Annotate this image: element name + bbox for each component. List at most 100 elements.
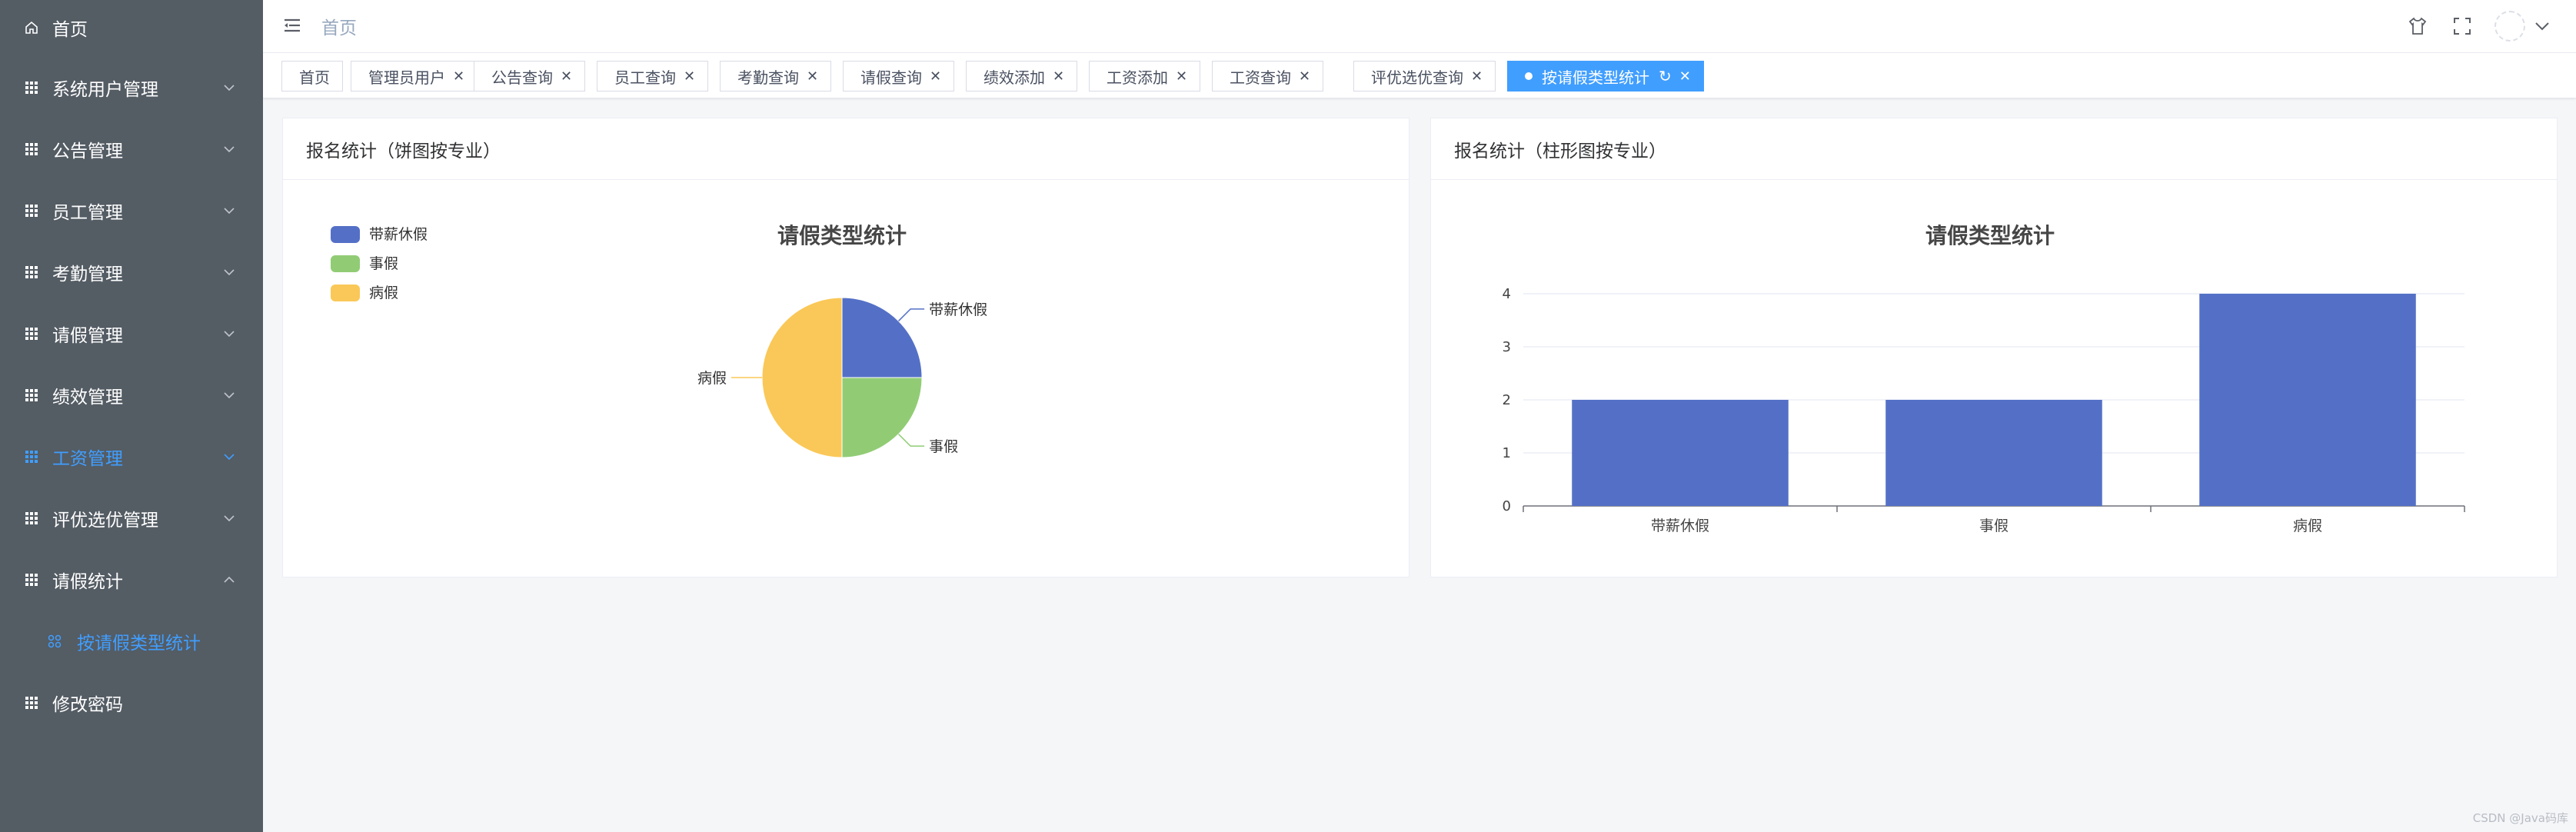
pie-label: 事假 xyxy=(929,438,958,455)
grid-icon xyxy=(25,697,38,709)
tab-salary-query[interactable]: 工资查询 ✕ xyxy=(1212,61,1324,92)
chevron-down-icon xyxy=(224,331,235,338)
close-icon[interactable]: ✕ xyxy=(1471,68,1483,85)
y-tick-label: 2 xyxy=(1503,392,1511,408)
tab-admin-users[interactable]: 管理员用户 ✕ xyxy=(351,61,478,92)
y-tick-label: 3 xyxy=(1503,339,1511,355)
close-icon[interactable]: ✕ xyxy=(453,68,464,85)
x-tick-label: 事假 xyxy=(1979,518,2009,534)
sidebar-item-system-users[interactable]: 系统用户管理 xyxy=(0,57,263,118)
tab-salary-add[interactable]: 工资添加 ✕ xyxy=(1089,61,1201,92)
tab-announcement-query[interactable]: 公告查询 ✕ xyxy=(474,61,586,92)
close-icon[interactable]: ✕ xyxy=(1299,68,1310,85)
bar-chart-card: 报名统计（柱形图按专业） 请假类型统计 0 1 2 3 4 带薪休假 事假 病假 xyxy=(1430,118,2558,577)
sidebar-item-label: 请假管理 xyxy=(52,326,123,346)
apps-icon xyxy=(48,634,62,648)
grid-icon xyxy=(25,205,38,217)
tab-attendance-query[interactable]: 考勤查询 ✕ xyxy=(720,61,832,92)
chart-title: 请假类型统计 xyxy=(777,223,907,248)
tab-label: 评优选优查询 xyxy=(1371,68,1463,87)
sidebar-item-label: 系统用户管理 xyxy=(52,80,158,100)
chart-title: 请假类型统计 xyxy=(1925,223,2055,248)
card-title: 报名统计（饼图按专业） xyxy=(283,118,1409,180)
pie-slice xyxy=(761,297,843,458)
close-icon[interactable]: ✕ xyxy=(1176,68,1187,85)
close-icon[interactable]: ✕ xyxy=(930,68,941,85)
legend-swatch xyxy=(331,226,360,243)
hamburger-icon[interactable] xyxy=(283,17,301,34)
sidebar-item-home[interactable]: 首页 xyxy=(0,0,263,58)
tab-leave-type-stats[interactable]: 按请假类型统计 ↻ ✕ xyxy=(1507,61,1704,92)
bar xyxy=(2199,294,2416,506)
sidebar-item-label: 工资管理 xyxy=(52,449,123,469)
avatar[interactable] xyxy=(2494,11,2525,42)
sidebar-item-label: 按请假类型统计 xyxy=(77,634,201,654)
tab-label: 员工查询 xyxy=(614,68,676,87)
bar xyxy=(1885,400,2102,506)
sidebar-item-label: 请假统计 xyxy=(52,572,123,592)
tab-performance-add[interactable]: 绩效添加 ✕ xyxy=(966,61,1078,92)
tags-view: 首页 管理员用户 ✕ 公告查询 ✕ 员工查询 ✕ 考勤查询 ✕ 请假查询 ✕ 绩… xyxy=(263,53,2576,98)
sidebar-item-label: 员工管理 xyxy=(52,203,123,223)
grid-icon xyxy=(25,266,38,278)
chevron-down-icon[interactable] xyxy=(2531,15,2553,37)
pie-label-line xyxy=(898,308,925,321)
top-header: 首页 xyxy=(263,0,2576,53)
grid-icon xyxy=(25,512,38,524)
close-icon[interactable]: ✕ xyxy=(1053,68,1064,85)
bar xyxy=(1572,400,1789,506)
grid-icon xyxy=(25,328,38,340)
fullscreen-icon[interactable] xyxy=(2451,15,2473,37)
tab-label: 绩效添加 xyxy=(983,68,1045,87)
x-tick-label: 带薪休假 xyxy=(1651,518,1709,534)
sidebar-item-leave-stats[interactable]: 请假统计 xyxy=(0,549,263,611)
chevron-down-icon xyxy=(224,392,235,399)
sidebar-item-label: 评优选优管理 xyxy=(52,511,158,531)
sidebar-item-performance[interactable]: 绩效管理 xyxy=(0,364,263,426)
tab-label: 工资添加 xyxy=(1107,68,1168,87)
active-dot-icon xyxy=(1525,72,1533,80)
tab-label: 考勤查询 xyxy=(737,68,799,87)
tab-award-query[interactable]: 评优选优查询 ✕ xyxy=(1353,61,1496,92)
shirt-icon[interactable] xyxy=(2407,15,2428,37)
card-title: 报名统计（柱形图按专业） xyxy=(1431,118,2557,180)
tab-label: 请假查询 xyxy=(860,68,922,87)
tab-employee-query[interactable]: 员工查询 ✕ xyxy=(597,61,709,92)
sidebar-item-attendance[interactable]: 考勤管理 xyxy=(0,241,263,303)
tab-label: 公告查询 xyxy=(491,68,553,87)
y-tick-label: 4 xyxy=(1503,286,1511,302)
sidebar-item-awards[interactable]: 评优选优管理 xyxy=(0,488,263,549)
sidebar-item-label: 公告管理 xyxy=(52,141,123,161)
tab-label: 首页 xyxy=(299,68,330,87)
close-icon[interactable]: ✕ xyxy=(1679,68,1691,85)
close-icon[interactable]: ✕ xyxy=(561,68,572,85)
pie-label-line xyxy=(898,434,925,447)
x-tick-label: 病假 xyxy=(2293,518,2322,534)
tab-label: 按请假类型统计 xyxy=(1542,68,1649,87)
sidebar-item-change-password[interactable]: 修改密码 xyxy=(0,672,263,734)
sidebar-item-label: 首页 xyxy=(52,20,88,40)
legend-label: 病假 xyxy=(369,285,398,301)
tab-label: 工资查询 xyxy=(1230,68,1291,87)
tab-leave-query[interactable]: 请假查询 ✕ xyxy=(843,61,955,92)
refresh-icon[interactable]: ↻ xyxy=(1659,67,1672,85)
breadcrumb[interactable]: 首页 xyxy=(321,13,357,39)
chevron-down-icon xyxy=(224,454,235,461)
chevron-down-icon xyxy=(224,515,235,522)
chevron-down-icon xyxy=(224,208,235,215)
y-tick-label: 1 xyxy=(1503,445,1511,461)
sidebar-item-leave-type-stats[interactable]: 按请假类型统计 xyxy=(0,611,263,672)
sidebar-item-employees[interactable]: 员工管理 xyxy=(0,180,263,241)
home-icon xyxy=(25,21,38,34)
tab-label: 管理员用户 xyxy=(368,68,445,87)
sidebar-item-announcements[interactable]: 公告管理 xyxy=(0,118,263,180)
sidebar-item-leave[interactable]: 请假管理 xyxy=(0,303,263,364)
close-icon[interactable]: ✕ xyxy=(807,68,818,85)
chevron-up-icon xyxy=(224,576,235,583)
close-icon[interactable]: ✕ xyxy=(684,68,695,85)
pie-label: 带薪休假 xyxy=(929,301,987,318)
sidebar-item-salary[interactable]: 工资管理 xyxy=(0,426,263,488)
tab-home[interactable]: 首页 xyxy=(281,61,343,92)
pie-chart-card: 报名统计（饼图按专业） 请假类型统计 带薪休假 事假 病假 带薪休假 事假 病假 xyxy=(282,118,1409,577)
pie-chart: 请假类型统计带薪休假事假病假带薪休假事假病假 xyxy=(331,223,987,458)
